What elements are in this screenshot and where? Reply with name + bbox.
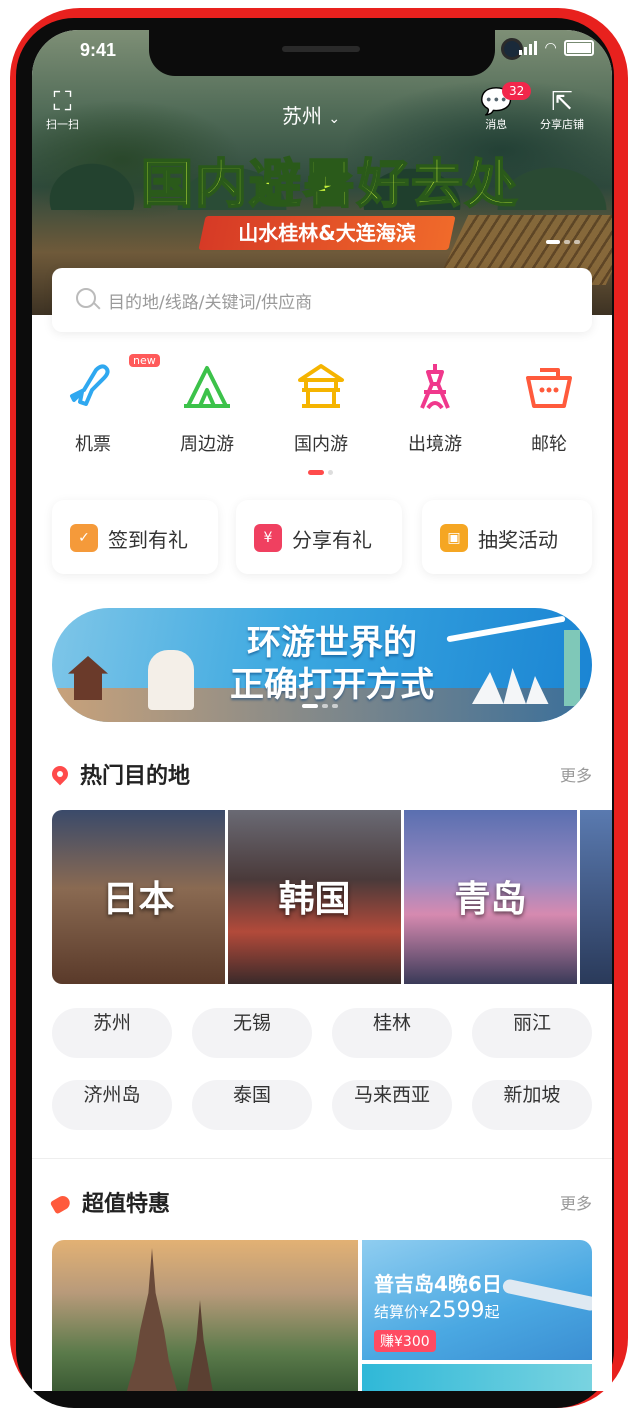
destination-name: 韩国 xyxy=(278,879,351,920)
promo-label: 签到有礼 xyxy=(108,528,188,552)
chip[interactable]: 苏州 xyxy=(52,1008,172,1058)
city-selector[interactable]: 苏州 ⌄ xyxy=(282,100,340,129)
section-title-text: 热门目的地 xyxy=(80,764,191,789)
category-label: 周边游 xyxy=(180,434,234,455)
banner-text: 环游世界的 正确打开方式 xyxy=(202,622,462,706)
section-divider xyxy=(32,1158,612,1159)
search-icon xyxy=(76,288,96,308)
scan-button[interactable]: ⛶ 扫一扫 xyxy=(46,88,79,132)
city-name: 苏州 xyxy=(282,104,322,128)
share-icon: ⇱ xyxy=(551,87,573,117)
airplane-illustration xyxy=(446,615,566,643)
banner-line-2: 正确打开方式 xyxy=(230,665,434,705)
deal-card-phuket[interactable]: 普吉岛4晚6日 结算价¥2599起 赚¥300 xyxy=(362,1240,592,1360)
category-label: 机票 xyxy=(75,434,111,455)
share-store-button[interactable]: ⇱ 分享店铺 xyxy=(540,88,584,132)
signal-icon xyxy=(519,41,538,55)
promo-checkin[interactable]: ✓ 签到有礼 xyxy=(52,500,218,574)
deal-price: 结算价¥2599起 xyxy=(374,1298,500,1323)
chip[interactable]: 马来西亚 xyxy=(332,1080,452,1130)
deals-more[interactable]: 更多 xyxy=(560,1190,592,1214)
promo-share[interactable]: ¥ 分享有礼 xyxy=(236,500,402,574)
chip[interactable]: 无锡 xyxy=(192,1008,312,1058)
hot-destinations-title: 热门目的地 xyxy=(48,758,191,790)
destination-card-japan[interactable]: 日本 xyxy=(52,810,225,984)
gift-icon: ▣ xyxy=(440,524,468,552)
hero-subtitle-ribbon: 山水桂林&大连海滨 xyxy=(198,216,456,250)
red-packet-icon: ¥ xyxy=(254,524,282,552)
banner-pager xyxy=(302,704,338,708)
destination-card-korea[interactable]: 韩国 xyxy=(228,810,401,984)
deal-card-temple[interactable] xyxy=(52,1240,358,1391)
banner-line-1: 环游世界的 xyxy=(247,623,417,663)
new-badge: new xyxy=(129,354,160,367)
stupa-illustration xyxy=(125,1248,179,1391)
category-nav: new 机票 周边游 国内游 出境游 邮轮 xyxy=(32,348,612,468)
search-bar[interactable]: 目的地/线路/关键词/供应商 xyxy=(52,268,592,332)
category-label: 国内游 xyxy=(294,434,348,455)
scan-icon: ⛶ xyxy=(53,87,72,117)
destination-name: 青岛 xyxy=(454,879,527,920)
battery-icon xyxy=(564,40,594,56)
category-label: 出境游 xyxy=(408,434,462,455)
promo-lottery[interactable]: ▣ 抽奖活动 xyxy=(422,500,592,574)
calendar-check-icon: ✓ xyxy=(70,524,98,552)
pavilion-icon xyxy=(298,364,344,408)
chip[interactable]: 泰国 xyxy=(192,1080,312,1130)
category-pager xyxy=(308,470,333,475)
deal-card-next[interactable] xyxy=(362,1364,592,1391)
status-time: 9:41 xyxy=(80,40,117,60)
tower-icon xyxy=(420,364,450,410)
app-screen: 国内避暑好去处 山水桂林&大连海滨 9:41 ◠ ⛶ 扫一扫 苏州 ⌄ 💬 消息… xyxy=(32,30,612,1391)
notch xyxy=(149,30,523,76)
price-tag-icon xyxy=(49,1193,73,1215)
tent-icon xyxy=(184,366,230,408)
hot-destinations-more[interactable]: 更多 xyxy=(560,762,592,786)
section-title-text: 超值特惠 xyxy=(82,1192,171,1217)
destination-card-qingdao[interactable]: 青岛 xyxy=(404,810,577,984)
airplane-illustration xyxy=(501,1278,592,1312)
promo-label: 抽奖活动 xyxy=(478,528,558,552)
couple-illustration xyxy=(148,650,194,710)
chip[interactable]: 丽江 xyxy=(472,1008,592,1058)
destination-card-partial[interactable] xyxy=(580,810,612,984)
scan-label: 扫一扫 xyxy=(46,118,79,131)
pagoda-illustration xyxy=(68,656,108,700)
status-icons: ◠ xyxy=(519,40,594,56)
stupa-illustration xyxy=(185,1300,215,1391)
hero-title: 国内避暑好去处 xyxy=(140,154,519,216)
messages-badge: 32 xyxy=(502,82,532,100)
earn-badge: 赚¥300 xyxy=(374,1330,436,1352)
promo-label: 分享有礼 xyxy=(292,528,372,552)
deals-title: 超值特惠 xyxy=(49,1186,171,1218)
destination-carousel: 日本 韩国 青岛 xyxy=(52,810,612,984)
hero-subtitle: 山水桂林&大连海滨 xyxy=(238,221,416,245)
chip[interactable]: 济州岛 xyxy=(52,1080,172,1130)
deal-name: 普吉岛4晚6日 xyxy=(374,1272,502,1296)
chip[interactable]: 桂林 xyxy=(332,1008,452,1058)
statue-illustration xyxy=(564,630,580,706)
messages-label: 消息 xyxy=(485,118,508,131)
chip[interactable]: 新加坡 xyxy=(472,1080,592,1130)
share-label: 分享店铺 xyxy=(540,118,584,131)
travel-banner[interactable]: 环游世界的 正确打开方式 xyxy=(52,608,592,722)
cruise-icon xyxy=(526,368,572,408)
wifi-icon: ◠ xyxy=(545,40,556,56)
location-pin-icon xyxy=(48,762,72,786)
search-placeholder: 目的地/线路/关键词/供应商 xyxy=(108,293,313,313)
category-label: 邮轮 xyxy=(531,434,567,455)
destination-name: 日本 xyxy=(102,879,175,920)
plane-icon xyxy=(70,364,110,406)
hero-pager xyxy=(546,240,580,244)
chevron-down-icon: ⌄ xyxy=(328,111,341,127)
